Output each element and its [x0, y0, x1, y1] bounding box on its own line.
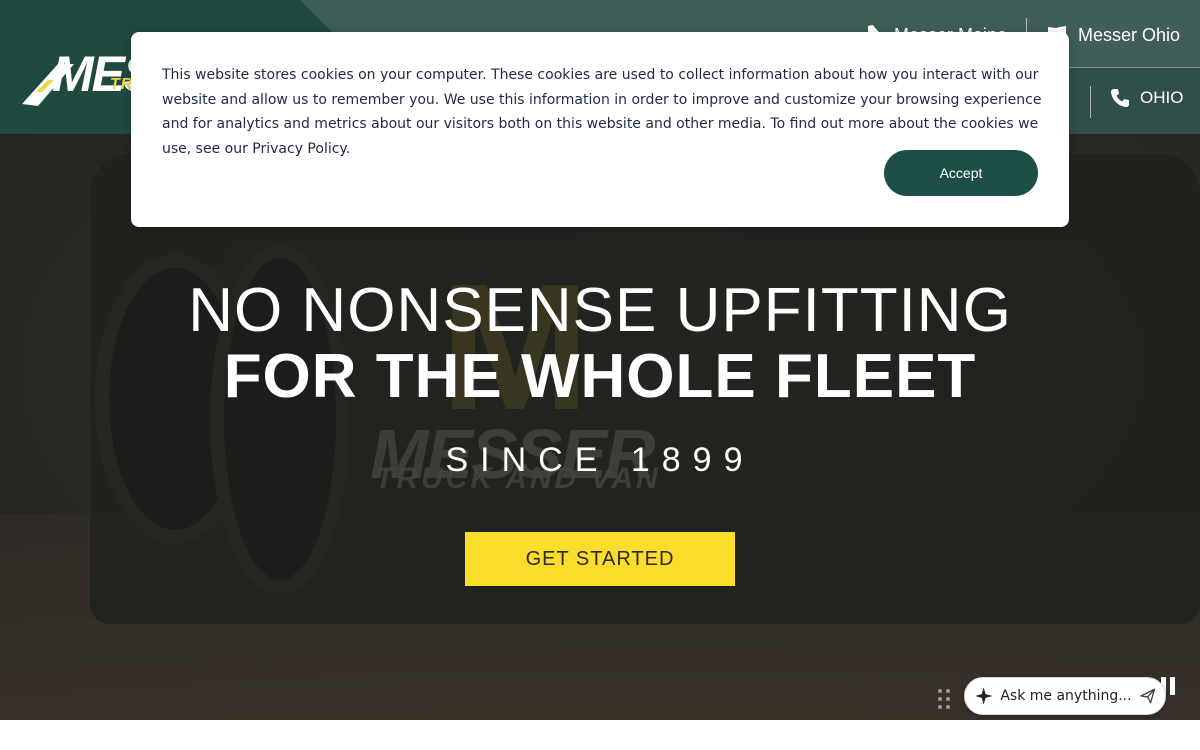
location-label: Messer Ohio [1078, 24, 1181, 45]
phone-link-ohio[interactable]: OHIO [1110, 88, 1183, 108]
page-bottom-strip [0, 720, 1200, 750]
drag-dot [938, 705, 942, 709]
page: MESSER TRUCK Messer Maine Messer Ohio OH… [0, 0, 1200, 750]
phone-separator [1090, 86, 1091, 118]
phone-label: OHIO [1140, 88, 1184, 107]
drag-dot [938, 697, 942, 701]
chat-widget[interactable]: Ask me anything... [964, 677, 1166, 715]
hero-title-line2: FOR THE WHOLE FLEET [223, 342, 977, 411]
drag-dot [946, 705, 950, 709]
cookie-accept-button[interactable]: Accept [884, 150, 1038, 196]
hero-since: SINCE 1899 [445, 441, 755, 479]
site-logo[interactable]: MESSER TRUCK [18, 44, 253, 110]
chat-drag-handle[interactable] [938, 689, 952, 711]
sparkle-icon [975, 687, 993, 705]
cookie-consent-dialog: This website stores cookies on your comp… [131, 32, 1069, 227]
cookie-consent-text: This website stores cookies on your comp… [162, 67, 1042, 157]
drag-dot [938, 689, 942, 693]
phone-icon [1111, 89, 1129, 107]
get-started-button[interactable]: GET STARTED [465, 532, 735, 586]
chat-input[interactable]: Ask me anything... [1000, 688, 1131, 704]
drag-dot [946, 689, 950, 693]
hero-title-line1: NO NONSENSE UPFITTING [188, 276, 1012, 345]
send-icon[interactable] [1139, 688, 1155, 704]
drag-dot [946, 697, 950, 701]
